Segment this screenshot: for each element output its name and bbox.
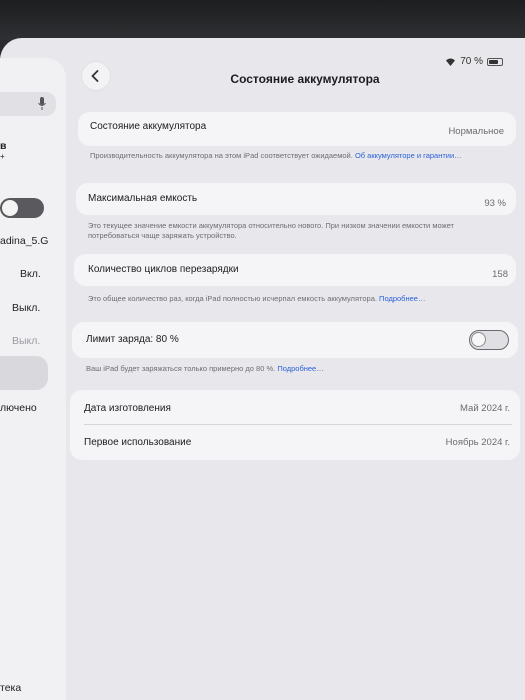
wifi-icon [445, 57, 456, 66]
status-bar: 70 % [445, 56, 503, 67]
cycle-count-footnote-text: Это общее количество раз, когда iPad пол… [88, 294, 377, 303]
device-bezel [0, 0, 525, 40]
sidebar-toggle[interactable] [0, 198, 44, 218]
max-capacity-footnote: Это текущее значение емкости аккумулятор… [88, 221, 454, 240]
sidebar-item-hotspot-value[interactable]: Выкл. [12, 335, 40, 347]
battery-health-footnote: Производительность аккумулятора на этом … [90, 151, 480, 161]
sidebar: в + adina_5.G Вкл. Выкл. Выкл. лючено те… [0, 58, 66, 700]
sidebar-item-bluetooth-value[interactable]: Вкл. [20, 268, 41, 280]
battery-health-row[interactable]: Состояние аккумулятора Нормальное [78, 112, 516, 146]
battery-percent: 70 % [460, 56, 483, 67]
toggle-knob [471, 332, 486, 347]
cycle-count-value: 158 [492, 269, 508, 280]
cycle-count-label: Количество циклов перезарядки [88, 264, 239, 275]
sidebar-item-fragment-2: + [0, 152, 5, 161]
charge-limit-footnote: Ваш iPad будет заряжаться только примерн… [86, 364, 506, 374]
manufacture-date-value: Май 2024 г. [460, 403, 510, 414]
battery-health-footnote-text: Производительность аккумулятора на этом … [90, 151, 353, 160]
max-capacity-row: Максимальная емкость 93 % [76, 183, 516, 215]
chevron-left-icon [91, 70, 99, 82]
battery-health-value: Нормальное [448, 126, 504, 137]
first-use-label: Первое использование [84, 437, 192, 448]
battery-health-label: Состояние аккумулятора [90, 121, 207, 132]
sidebar-selected-item[interactable] [0, 356, 48, 390]
sidebar-item-cellular-value[interactable]: Выкл. [12, 302, 40, 314]
back-button[interactable] [82, 62, 110, 90]
sidebar-search-field[interactable] [0, 92, 56, 116]
sidebar-item-fragment-4[interactable]: тека [0, 682, 21, 694]
charge-limit-footnote-text: Ваш iPad будет заряжаться только примерн… [86, 364, 276, 373]
cycle-count-more-link[interactable]: Подробнее… [379, 294, 425, 303]
cycle-count-footnote: Это общее количество раз, когда iPad пол… [88, 294, 508, 304]
dates-group: Дата изготовления Май 2024 г. Первое исп… [70, 390, 520, 460]
microphone-icon[interactable] [38, 97, 46, 110]
charge-limit-more-link[interactable]: Подробнее… [277, 364, 323, 373]
cycle-count-row: Количество циклов перезарядки 158 [74, 254, 516, 286]
charge-limit-row[interactable]: Лимит заряда: 80 % [72, 322, 518, 358]
charge-limit-toggle[interactable] [469, 330, 509, 350]
sidebar-item-fragment-3[interactable]: лючено [0, 402, 37, 414]
battery-warranty-link[interactable]: Об аккумуляторе и гарантии… [355, 151, 462, 160]
sidebar-item-fragment-1[interactable]: в [0, 140, 6, 152]
sidebar-item-wifi-network[interactable]: adina_5.G [0, 235, 48, 247]
page-title: Состояние аккумулятора [230, 72, 380, 86]
battery-icon [487, 57, 503, 66]
charge-limit-label: Лимит заряда: 80 % [86, 334, 179, 345]
first-use-value: Ноябрь 2024 г. [445, 437, 510, 448]
manufacture-date-label: Дата изготовления [84, 403, 171, 414]
max-capacity-value: 93 % [484, 198, 506, 209]
max-capacity-label: Максимальная емкость [88, 193, 198, 204]
row-divider [84, 424, 512, 425]
